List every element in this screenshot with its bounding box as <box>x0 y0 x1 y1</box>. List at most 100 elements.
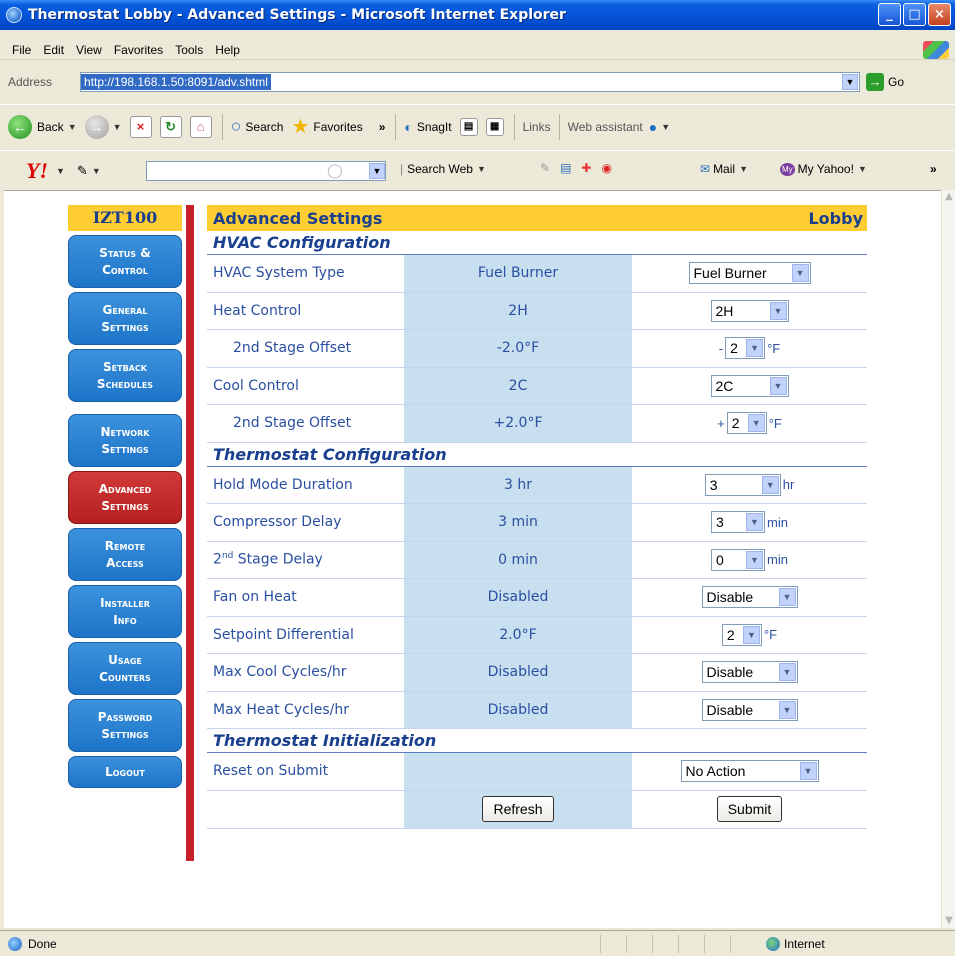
stop-button[interactable]: × <box>129 115 152 138</box>
layout-icon[interactable]: ▤ <box>560 161 571 175</box>
nav-general-settings[interactable]: General Settings <box>68 292 182 345</box>
row-setpoint-differential: Setpoint Differential 2.0°F 2 ▼ °F <box>207 616 867 654</box>
search-web-dropdown-icon[interactable]: ▼ <box>477 164 486 174</box>
status-text: Done <box>28 936 57 951</box>
nav-remote-access[interactable]: Remote Access <box>68 528 182 581</box>
mail-dropdown-icon[interactable]: ▼ <box>739 164 748 174</box>
minimize-button[interactable]: _ <box>878 3 901 26</box>
unit-label: °F <box>768 415 782 431</box>
go-button[interactable]: → Go <box>866 73 904 91</box>
settings-panel: Advanced Settings Lobby HVAC Configurati… <box>207 205 867 829</box>
window-title: Thermostat Lobby - Advanced Settings - M… <box>28 7 566 23</box>
menu-favorites[interactable]: Favorites <box>114 43 163 57</box>
compressor-delay-select[interactable]: 3 ▼ <box>711 511 766 534</box>
search-web-button[interactable]: | Search Web ▼ <box>400 162 486 176</box>
favorites-button[interactable]: ★ Favorites <box>291 114 362 139</box>
nav-usage-counters[interactable]: Usage Counters <box>68 642 182 695</box>
hvac-type-select[interactable]: Fuel Burner ▼ <box>688 262 811 285</box>
menu-view[interactable]: View <box>76 43 102 57</box>
nav-logout[interactable]: Logout <box>68 756 182 788</box>
chevron-down-icon: ▼ <box>778 588 796 607</box>
my-yahoo-icon: My <box>780 162 795 176</box>
my-yahoo-button[interactable]: My My Yahoo! ▼ <box>780 162 867 176</box>
hold-mode-select[interactable]: 3 ▼ <box>704 473 781 496</box>
unit-label: hr <box>782 477 795 493</box>
snagit-options-button[interactable]: ▦ <box>485 117 504 136</box>
setpoint-diff-select[interactable]: 2 ▼ <box>721 623 762 646</box>
links-label[interactable]: Links <box>523 120 551 134</box>
current-value: 3 min <box>404 504 632 541</box>
forward-button[interactable]: → ▼ <box>84 114 122 139</box>
scroll-down-icon[interactable]: ▼ <box>942 914 955 928</box>
snagit-button[interactable]: ◐ SnagIt <box>404 119 451 135</box>
chevron-down-icon: ▼ <box>769 301 787 320</box>
section-hvac: HVAC Configuration <box>207 231 867 255</box>
my-yahoo-dropdown-icon[interactable]: ▼ <box>858 164 867 174</box>
globe-icon[interactable]: ● <box>649 119 657 135</box>
sign-prefix: - <box>718 340 724 356</box>
heat-offset-select[interactable]: 2 ▼ <box>725 337 766 360</box>
setting-label: 2nd Stage Offset <box>233 415 352 432</box>
toolbar-overflow-icon[interactable]: » <box>379 120 386 134</box>
web-assistant-label[interactable]: Web assistant <box>568 120 643 134</box>
home-button[interactable]: ⌂ <box>189 115 212 138</box>
web-assistant-dropdown-icon[interactable]: ▼ <box>661 122 670 132</box>
current-value <box>404 753 632 790</box>
maximize-button[interactable]: □ <box>903 3 926 26</box>
shield-icon[interactable]: ◉ <box>601 161 611 175</box>
menu-tools[interactable]: Tools <box>175 43 203 57</box>
go-arrow-icon: → <box>866 73 884 91</box>
nav-network-settings[interactable]: Network Settings <box>68 414 182 467</box>
yahoo-overflow-icon[interactable]: » <box>930 162 937 176</box>
back-button[interactable]: ← Back ▼ <box>8 114 77 139</box>
heat-control-select[interactable]: 2H ▼ <box>710 299 789 322</box>
vertical-scrollbar[interactable]: ▲ ▼ <box>941 190 955 928</box>
search-label: Search <box>245 119 284 134</box>
back-dropdown-icon[interactable]: ▼ <box>68 122 77 132</box>
fan-on-heat-select[interactable]: Disable ▼ <box>701 586 798 609</box>
menu-file[interactable]: File <box>12 43 31 57</box>
address-dropdown-icon[interactable]: ▼ <box>842 74 858 90</box>
nav-label: Counters <box>99 669 151 684</box>
menu-help[interactable]: Help <box>215 43 240 57</box>
setting-label: Compressor Delay <box>213 514 342 531</box>
search-button[interactable]: ○ Search <box>231 116 284 137</box>
yahoo-search-input[interactable]: ◯ ▼ <box>146 161 386 181</box>
nav-setback-schedules[interactable]: Setback Schedules <box>68 349 182 402</box>
submit-button[interactable]: Submit <box>716 796 783 822</box>
setting-label: Hold Mode Duration <box>213 476 353 493</box>
red-divider <box>186 205 194 861</box>
reset-select[interactable]: No Action ▼ <box>680 760 819 783</box>
nav-advanced-settings[interactable]: Advanced Settings <box>68 471 182 524</box>
nav-label: Settings <box>101 498 149 513</box>
yahoo-tool-icons: ✎ ▤ ✚ ◉ <box>540 161 612 175</box>
cool-control-select[interactable]: 2C ▼ <box>710 374 789 397</box>
yahoo-dropdown-icon[interactable]: ▼ <box>56 166 65 176</box>
address-input[interactable]: http://198.168.1.50:8091/adv.shtml ▼ <box>80 72 860 92</box>
forward-dropdown-icon[interactable]: ▼ <box>113 122 122 132</box>
refresh-page-button[interactable]: ↻ <box>159 115 182 138</box>
close-button[interactable]: × <box>928 3 951 26</box>
max-heat-select[interactable]: Disable ▼ <box>701 698 798 721</box>
setting-label: 2nd Stage Offset <box>233 340 352 357</box>
select-value: 0 <box>716 551 724 568</box>
snagit-window-button[interactable]: ▤ <box>459 117 478 136</box>
highlighter-icon[interactable]: ✎ <box>540 161 550 175</box>
nav-status-control[interactable]: Status & Control <box>68 235 182 288</box>
max-cool-select[interactable]: Disable ▼ <box>701 661 798 684</box>
pencil-dropdown-icon[interactable]: ▼ <box>92 166 101 176</box>
menu-edit[interactable]: Edit <box>43 43 64 57</box>
standard-toolbar: ← Back ▼ → ▼ × ↻ ⌂ ○ Search ★ Favorites … <box>0 104 955 148</box>
pencil-icon[interactable]: ✎ <box>77 163 88 179</box>
target-icon[interactable]: ✚ <box>581 161 591 175</box>
yahoo-logo[interactable]: Y! <box>26 158 48 184</box>
nav-installer-info[interactable]: Installer Info <box>68 585 182 638</box>
refresh-button[interactable]: Refresh <box>482 796 554 822</box>
cool-offset-select[interactable]: 2 ▼ <box>726 412 767 435</box>
mail-button[interactable]: ✉ Mail ▼ <box>700 162 748 176</box>
stage-delay-select[interactable]: 0 ▼ <box>711 548 766 571</box>
scroll-up-icon[interactable]: ▲ <box>942 190 955 204</box>
nav-password-settings[interactable]: Password Settings <box>68 699 182 752</box>
windows-logo-icon <box>923 41 949 59</box>
yahoo-search-dropdown-icon[interactable]: ▼ <box>369 163 385 179</box>
